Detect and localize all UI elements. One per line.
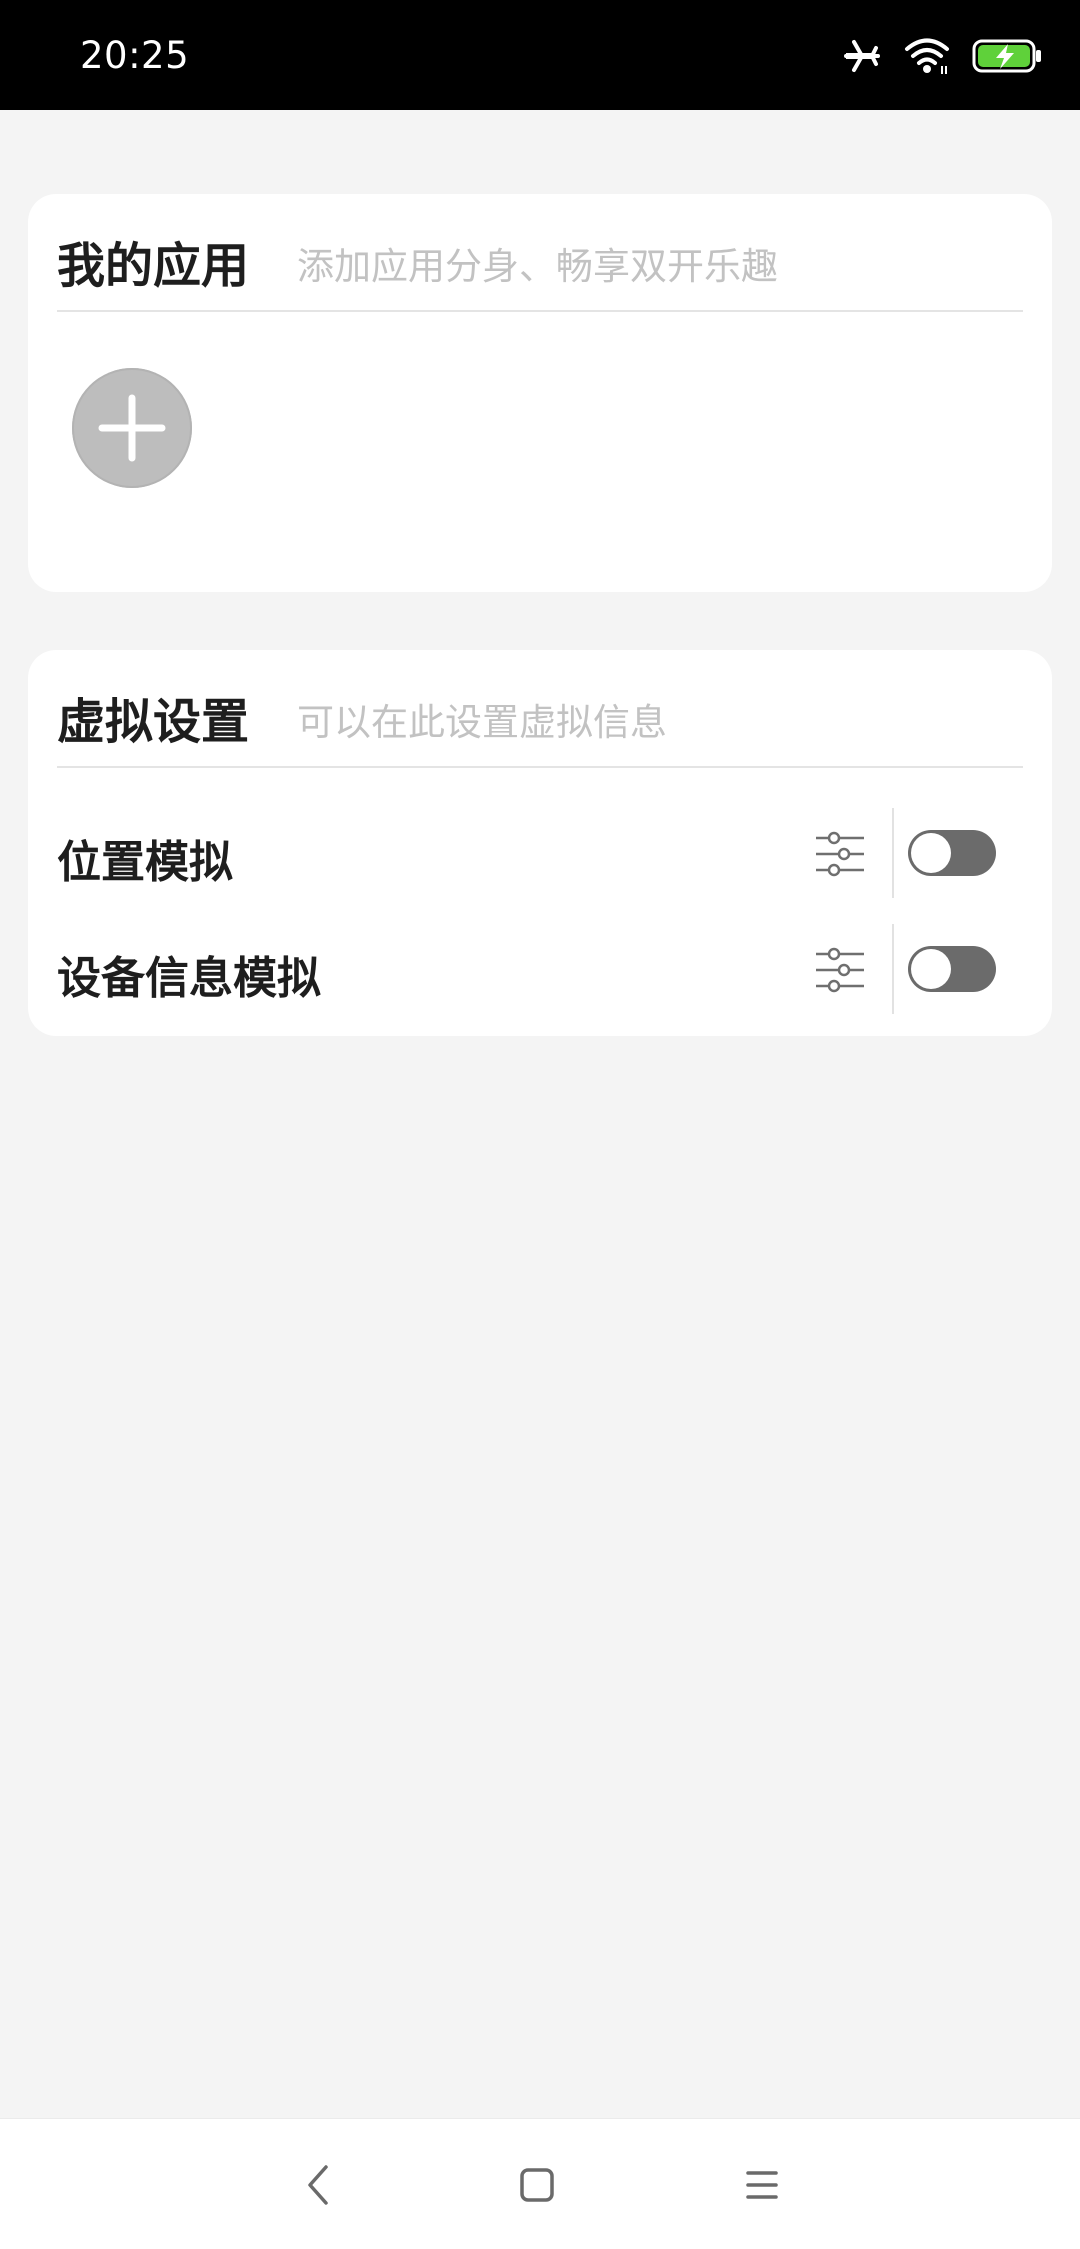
airplane-mode-icon bbox=[842, 36, 882, 80]
location-simulation-label: 位置模拟 bbox=[57, 837, 233, 888]
status-time: 20:25 bbox=[80, 34, 190, 77]
setting-row-device-info: 设备信息模拟 bbox=[28, 920, 1052, 1020]
status-icons bbox=[842, 38, 1042, 78]
virtual-settings-subtitle: 可以在此设置虚拟信息 bbox=[297, 701, 667, 744]
tune-icon[interactable] bbox=[814, 828, 866, 880]
device-info-simulation-toggle[interactable] bbox=[908, 946, 996, 992]
toggle-knob bbox=[911, 833, 951, 873]
menu-icon[interactable] bbox=[726, 2149, 798, 2221]
row-divider bbox=[892, 924, 894, 1014]
setting-row-location: 位置模拟 bbox=[28, 804, 1052, 904]
home-icon[interactable] bbox=[501, 2149, 573, 2221]
my-apps-subtitle: 添加应用分身、畅享双开乐趣 bbox=[297, 245, 778, 288]
my-apps-title: 我的应用 bbox=[57, 238, 250, 294]
back-icon[interactable] bbox=[282, 2149, 354, 2221]
my-apps-card: 我的应用 添加应用分身、畅享双开乐趣 bbox=[28, 194, 1052, 592]
battery-charging-icon bbox=[972, 38, 1042, 78]
add-app-button[interactable] bbox=[72, 368, 192, 488]
status-bar: 20:25 bbox=[0, 0, 1080, 110]
plus-icon bbox=[98, 394, 166, 462]
virtual-settings-title: 虚拟设置 bbox=[57, 694, 250, 750]
tune-icon[interactable] bbox=[814, 944, 866, 996]
row-divider bbox=[892, 808, 894, 898]
device-info-simulation-label: 设备信息模拟 bbox=[57, 953, 321, 1004]
wifi-icon bbox=[904, 36, 950, 80]
virtual-settings-card: 虚拟设置 可以在此设置虚拟信息 位置模拟 设备信息模拟 bbox=[28, 650, 1052, 1036]
navigation-bar bbox=[0, 2118, 1080, 2249]
virtual-settings-header: 虚拟设置 可以在此设置虚拟信息 bbox=[57, 650, 1023, 768]
location-simulation-toggle[interactable] bbox=[908, 830, 996, 876]
my-apps-header: 我的应用 添加应用分身、畅享双开乐趣 bbox=[57, 194, 1023, 312]
toggle-knob bbox=[911, 949, 951, 989]
